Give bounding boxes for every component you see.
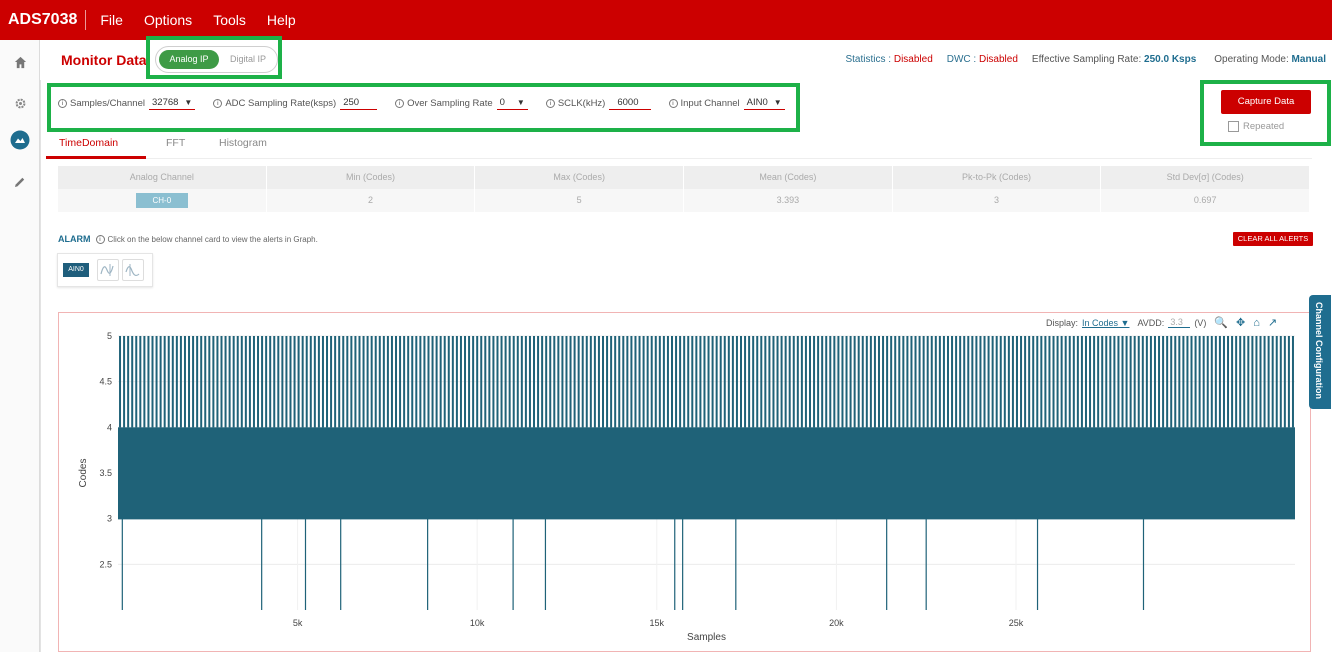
channel-configuration-label: Channel Configuration [1314,302,1324,399]
y-tick-label: 2.5 [99,559,112,569]
tabs-divider [46,158,1312,159]
table-cell: 2 [267,189,476,212]
chart-marks [118,336,1295,610]
y-tick-label: 5 [107,331,112,341]
tab-timedomain[interactable]: TimeDomain [59,137,118,149]
y-tick-label: 3 [107,514,112,524]
alarm-section: ALARM i Click on the below channel card … [58,234,318,244]
column-header: Mean (Codes) [684,166,893,189]
app-title: ADS7038 [0,10,87,30]
tab-fft[interactable]: FFT [166,137,185,149]
y-axis-label: Codes [78,459,89,488]
table-row: CH-0 2 5 3.393 3 0.697 [58,189,1311,212]
table-cell: 0.697 [1101,189,1311,212]
dwc-value: Disabled [978,54,1018,65]
clear-all-alerts-button[interactable]: CLEAR ALL ALERTS [1233,232,1313,246]
x-tick-label: 5k [293,618,303,628]
alarm-hint: Click on the below channel card to view … [107,234,318,244]
mode-label: Operating Mode: [1214,54,1292,65]
highlight-toggle [146,36,282,79]
channel-chip[interactable]: CH-0 [135,193,188,209]
dwc-label: DWC : [946,54,979,65]
column-header: Max (Codes) [475,166,685,189]
mode-value: Manual [1291,54,1326,65]
menu-tools[interactable]: Tools [213,12,246,28]
tab-histogram[interactable]: Histogram [219,137,267,149]
info-icon: i [95,234,105,244]
alarm-channel-card[interactable]: AIN0 [57,253,153,287]
highlight-capture [1200,80,1331,146]
column-header: Min (Codes) [267,166,476,189]
table-cell: 3.393 [684,189,893,212]
monitor-icon[interactable] [10,130,30,150]
menu-options[interactable]: Options [144,12,192,28]
stats-table: Analog Channel Min (Codes) Max (Codes) M… [58,166,1311,212]
ain0-chip[interactable]: AIN0 [63,263,89,277]
x-tick-label: 20k [829,618,844,628]
column-header: Pk-to-Pk (Codes) [893,166,1102,189]
x-axis-label: Samples [687,632,726,643]
highlight-config [47,83,800,132]
left-sidebar [0,40,40,652]
x-tick-label: 25k [1009,618,1024,628]
y-tick-label: 4.5 [99,377,112,387]
statistics-label: Statistics : [845,54,894,65]
column-header: Analog Channel [58,166,267,189]
signal-dense-band [118,427,1295,519]
gear-icon[interactable] [10,93,30,113]
top-menu-bar: ADS7038 File Options Tools Help [0,0,1332,40]
x-tick-label: 10k [470,618,485,628]
x-tick-label: 15k [650,618,665,628]
high-alert-wave-icon[interactable] [97,259,119,281]
home-icon[interactable] [10,52,30,72]
table-header-row: Analog Channel Min (Codes) Max (Codes) M… [58,166,1311,189]
menu-file[interactable]: File [100,12,123,28]
rate-value: 250.0 Ksps [1144,54,1197,65]
y-tick-label: 4 [107,422,112,432]
column-header: Std Dev[σ] (Codes) [1101,166,1311,189]
statistics-value: Disabled [893,54,933,65]
low-alert-wave-icon[interactable] [122,259,144,281]
status-summary: Statistics : Disabled DWC : Disabled Effec… [845,54,1326,65]
pencil-icon[interactable] [10,172,30,192]
time-domain-chart: 2.5 3 3.5 4 4.5 5 5k 10k 15k 20k 25k Samples Codes [78,331,1295,643]
page-title: Monitor Data [61,52,147,68]
table-cell: 5 [475,189,685,212]
rate-label: Effective Sampling Rate: [1031,54,1145,65]
table-cell: 3 [893,189,1102,212]
channel-configuration-tab[interactable]: Channel Configuration [1309,295,1331,409]
alarm-title: ALARM [58,234,91,244]
table-cell: CH-0 [58,189,267,212]
active-tab-indicator [46,156,146,159]
menu-help[interactable]: Help [267,12,296,28]
divider [40,80,41,652]
y-tick-label: 3.5 [99,468,112,478]
